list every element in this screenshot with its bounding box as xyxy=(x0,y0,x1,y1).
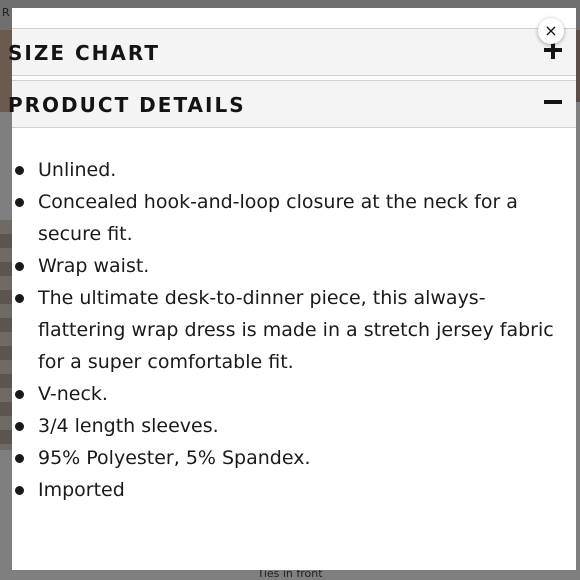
close-icon: × xyxy=(544,21,558,40)
list-item: Concealed hook-and-loop closure at the n… xyxy=(12,186,572,250)
accordion-product-details[interactable]: PRODUCT DETAILS xyxy=(8,80,576,128)
list-item: 95% Polyester, 5% Spandex. xyxy=(12,442,572,474)
list-item: Wrap waist. xyxy=(12,250,572,282)
product-info-modal: × SIZE CHART PRODUCT DETAILS Unlined. Co… xyxy=(8,8,576,570)
product-details-list: Unlined. Concealed hook-and-loop closure… xyxy=(12,154,572,506)
list-item: Unlined. xyxy=(12,154,572,186)
product-details-title: PRODUCT DETAILS xyxy=(8,93,246,117)
close-button[interactable]: × xyxy=(538,18,564,44)
size-chart-title: SIZE CHART xyxy=(8,41,161,65)
list-item: Imported xyxy=(12,474,572,506)
background-product-strip xyxy=(0,220,12,450)
minus-icon[interactable] xyxy=(544,93,562,111)
list-item: V-neck. xyxy=(12,378,572,410)
list-item: 3/4 length sleeves. xyxy=(12,410,572,442)
accordion-size-chart[interactable]: SIZE CHART xyxy=(8,28,576,76)
list-item: The ultimate desk-to-dinner piece, this … xyxy=(12,282,572,378)
